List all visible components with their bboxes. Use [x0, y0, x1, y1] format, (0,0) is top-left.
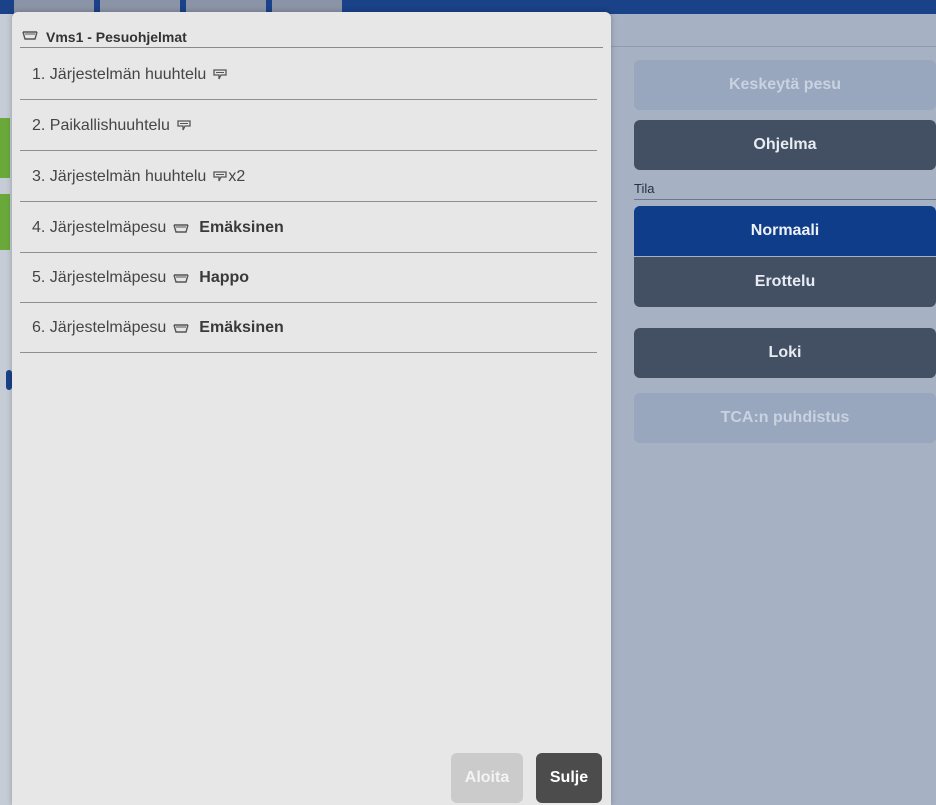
chemical-type: Emäksinen — [199, 218, 284, 236]
mode-separation-button[interactable]: Erottelu — [634, 257, 936, 307]
program-item-4[interactable]: 4. Järjestelmäpesu Emäksinen — [20, 203, 597, 253]
log-button[interactable]: Loki — [634, 328, 936, 378]
wash-basin-icon — [22, 28, 38, 46]
dialog-header: Vms1 - Pesuohjelmat — [22, 28, 187, 46]
tca-cleaning-button[interactable]: TCA:n puhdistus — [634, 393, 936, 443]
mode-normal-button[interactable]: Normaali — [634, 206, 936, 256]
status-stripe — [0, 194, 10, 250]
dialog-title: Vms1 - Pesuohjelmat — [46, 29, 187, 45]
wash-basin-icon — [173, 272, 189, 284]
chemical-type: Emäksinen — [199, 318, 284, 336]
program-label: 6. Järjestelmäpesu — [32, 318, 167, 336]
wash-basin-icon — [173, 222, 189, 234]
close-button[interactable]: Sulje — [536, 753, 602, 803]
program-item-2[interactable]: 2. Paikallishuuhtelu — [20, 101, 597, 151]
rinse-icon — [177, 119, 191, 133]
program-label: 1. Järjestelmän huuhtelu — [32, 65, 207, 83]
divider — [20, 47, 603, 48]
program-label: 2. Paikallishuuhtelu — [32, 116, 170, 134]
program-item-6[interactable]: 6. Järjestelmäpesu Emäksinen — [20, 303, 597, 353]
program-label: 5. Järjestelmäpesu — [32, 268, 167, 286]
program-item-3[interactable]: 3. Järjestelmän huuhtelu x2 — [20, 152, 597, 202]
stop-wash-button[interactable]: Keskeytä pesu — [634, 60, 936, 110]
status-stripe — [0, 118, 10, 178]
divider — [634, 199, 936, 200]
program-button[interactable]: Ohjelma — [634, 120, 936, 170]
rinse-icon — [213, 170, 227, 184]
program-label: 4. Järjestelmäpesu — [32, 218, 167, 236]
program-item-1[interactable]: 1. Järjestelmän huuhtelu — [20, 50, 597, 100]
repeat-count: x2 — [228, 167, 246, 185]
program-item-5[interactable]: 5. Järjestelmäpesu Happo — [20, 253, 597, 303]
divider — [606, 46, 936, 47]
background-list-edge — [0, 14, 12, 805]
wash-basin-icon — [173, 322, 189, 334]
program-label: 3. Järjestelmän huuhtelu — [32, 167, 207, 185]
start-button[interactable]: Aloita — [451, 753, 523, 803]
wash-programs-dialog: Vms1 - Pesuohjelmat 1. Järjestelmän huuh… — [12, 12, 611, 805]
mode-heading: Tila — [634, 181, 655, 196]
chemical-type: Happo — [199, 268, 250, 286]
rinse-icon — [213, 68, 227, 82]
